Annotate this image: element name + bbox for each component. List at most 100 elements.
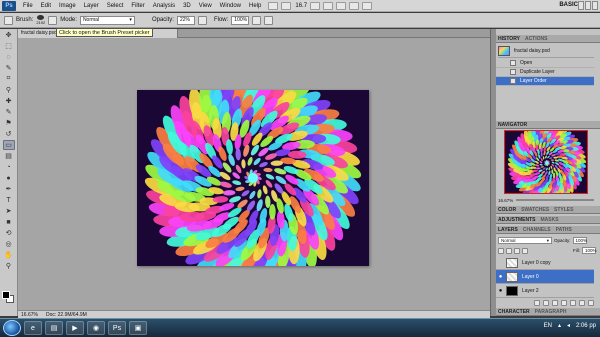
history-step-duplicate-layer[interactable]: Duplicate Layer [496, 68, 594, 77]
tab-paths[interactable]: PATHS [556, 227, 572, 233]
tab-swatches[interactable]: SWATCHES [521, 207, 549, 213]
hand-tool-button[interactable] [310, 1, 321, 10]
maximize-button[interactable] [585, 1, 591, 10]
brush-tool-icon[interactable] [4, 15, 13, 25]
tab-history[interactable]: HISTORY [498, 36, 520, 42]
layer-row-layer-0-copy[interactable]: Layer 0 copy [496, 256, 594, 270]
layer-style-icon[interactable] [543, 299, 549, 306]
zoom-level[interactable]: 16.7 [295, 3, 307, 9]
tab-adjustments[interactable]: ADJUSTMENTS [498, 217, 536, 223]
marquee-tool-icon[interactable]: ⬚ [3, 41, 15, 51]
menu-window[interactable]: Window [216, 3, 245, 9]
menu-layer[interactable]: Layer [80, 3, 103, 9]
eye-icon[interactable]: ● [497, 272, 504, 281]
layer-row-layer-2[interactable]: ● Layer 2 [496, 284, 594, 298]
history-step-layer-order[interactable]: Layer Order [496, 77, 594, 86]
menu-select[interactable]: Select [103, 3, 128, 9]
network-icon[interactable]: ▴ [558, 322, 561, 329]
tab-paragraph[interactable]: PARAGRAPH [535, 309, 567, 315]
shape-tool-icon[interactable]: ■ [3, 217, 15, 227]
workspace-switcher[interactable]: BASIC [559, 2, 578, 8]
zoom-tool-icon[interactable]: ⚲ [3, 261, 15, 271]
canvas-area[interactable] [18, 38, 490, 310]
screen-mode-button[interactable] [362, 1, 373, 10]
new-group-icon[interactable] [570, 299, 576, 306]
pressure-size-icon[interactable] [264, 15, 274, 25]
tab-styles[interactable]: STYLES [554, 207, 573, 213]
history-step-open[interactable]: Open [496, 59, 594, 68]
menu-analysis[interactable]: Analysis [149, 3, 179, 9]
navigator-zoom[interactable]: 16.67% [498, 198, 513, 203]
menu-image[interactable]: Image [55, 3, 80, 9]
toggle-brush-panel-icon[interactable] [48, 15, 58, 25]
dodge-tool-icon[interactable]: ● [3, 173, 15, 183]
rotate-view-button[interactable] [336, 1, 347, 10]
clone-stamp-tool-icon[interactable]: ⚑ [3, 118, 15, 128]
status-zoom[interactable]: 16.67% [21, 312, 38, 318]
gradient-tool-icon[interactable]: ▤ [3, 151, 15, 161]
menu-edit[interactable]: Edit [37, 3, 55, 9]
navigator-preview[interactable] [504, 130, 588, 194]
lock-all-icon[interactable] [522, 247, 528, 254]
app-icon[interactable]: ▣ [129, 321, 147, 335]
flow-field[interactable]: 100% [231, 15, 250, 25]
foreground-color-swatch[interactable] [2, 291, 10, 299]
tab-channels[interactable]: CHANNELS [523, 227, 551, 233]
hand-tool-icon[interactable]: ✋ [3, 250, 15, 260]
path-select-tool-icon[interactable]: ➤ [3, 206, 15, 216]
add-mask-icon[interactable] [552, 299, 558, 306]
tab-color[interactable]: COLOR [498, 207, 516, 213]
mini-bridge-button[interactable] [281, 1, 292, 10]
fill-field[interactable]: 100% [582, 247, 597, 254]
crop-tool-icon[interactable]: ⌗ [3, 74, 15, 84]
brush-preset-picker[interactable]: 2192 [36, 15, 45, 25]
quick-select-tool-icon[interactable]: ✎ [3, 63, 15, 73]
menu-view[interactable]: View [195, 3, 216, 9]
blur-tool-icon[interactable]: ◔ [3, 162, 15, 172]
tab-masks[interactable]: MASKS [541, 217, 559, 223]
bridge-button[interactable] [268, 1, 279, 10]
tab-actions[interactable]: ACTIONS [525, 36, 548, 42]
3d-orbit-tool-icon[interactable]: ◎ [3, 239, 15, 249]
new-layer-icon[interactable] [579, 299, 585, 306]
menu-help[interactable]: Help [245, 3, 265, 9]
photoshop-icon[interactable]: Ps [108, 321, 126, 335]
history-snapshot[interactable]: fractal daisy.psd [498, 44, 594, 58]
eye-icon[interactable]: ● [497, 286, 504, 295]
fractal-daisy-artwork[interactable] [137, 90, 369, 266]
airbrush-icon[interactable] [252, 15, 262, 25]
eraser-tool-icon[interactable]: ▭ [2, 140, 15, 150]
close-button[interactable] [592, 1, 598, 10]
link-layers-icon[interactable] [534, 299, 540, 306]
type-tool-icon[interactable]: T [3, 195, 15, 205]
navigator-zoom-slider[interactable] [516, 199, 594, 201]
arrange-documents-button[interactable] [349, 1, 360, 10]
menu-3d[interactable]: 3D [179, 3, 195, 9]
volume-icon[interactable]: ◂ [567, 322, 570, 329]
clock[interactable]: 2:06 pp [576, 323, 596, 329]
3d-rotate-tool-icon[interactable]: ⟲ [3, 228, 15, 238]
zoom-tool-button[interactable] [323, 1, 334, 10]
mode-dropdown[interactable]: Normal ▾ [79, 15, 135, 25]
visibility-toggle[interactable] [497, 258, 504, 267]
language-indicator[interactable]: EN [544, 323, 552, 329]
lasso-tool-icon[interactable]: ◌ [3, 52, 15, 62]
menu-file[interactable]: File [19, 3, 37, 9]
start-button[interactable] [3, 320, 21, 336]
trash-icon[interactable] [588, 299, 594, 306]
move-tool-icon[interactable]: ✥ [3, 30, 15, 40]
layer-opacity-field[interactable]: 100% [572, 237, 587, 244]
menu-filter[interactable]: Filter [127, 3, 148, 9]
brush-tool-icon[interactable]: ✎ [3, 107, 15, 117]
lock-position-icon[interactable] [514, 247, 520, 254]
eyedropper-tool-icon[interactable]: ⚲ [3, 85, 15, 95]
history-brush-tool-icon[interactable]: ↺ [3, 129, 15, 139]
blend-mode-dropdown[interactable]: Normal ▾ [498, 237, 552, 244]
healing-brush-tool-icon[interactable]: ✚ [3, 96, 15, 106]
minimize-button[interactable] [578, 1, 584, 10]
internet-explorer-icon[interactable]: e [24, 321, 42, 335]
layer-row-layer-0[interactable]: ● Layer 0 [496, 270, 594, 284]
chrome-icon[interactable]: ◉ [87, 321, 105, 335]
pressure-opacity-icon[interactable] [197, 15, 207, 25]
media-player-icon[interactable]: ▶ [66, 321, 84, 335]
